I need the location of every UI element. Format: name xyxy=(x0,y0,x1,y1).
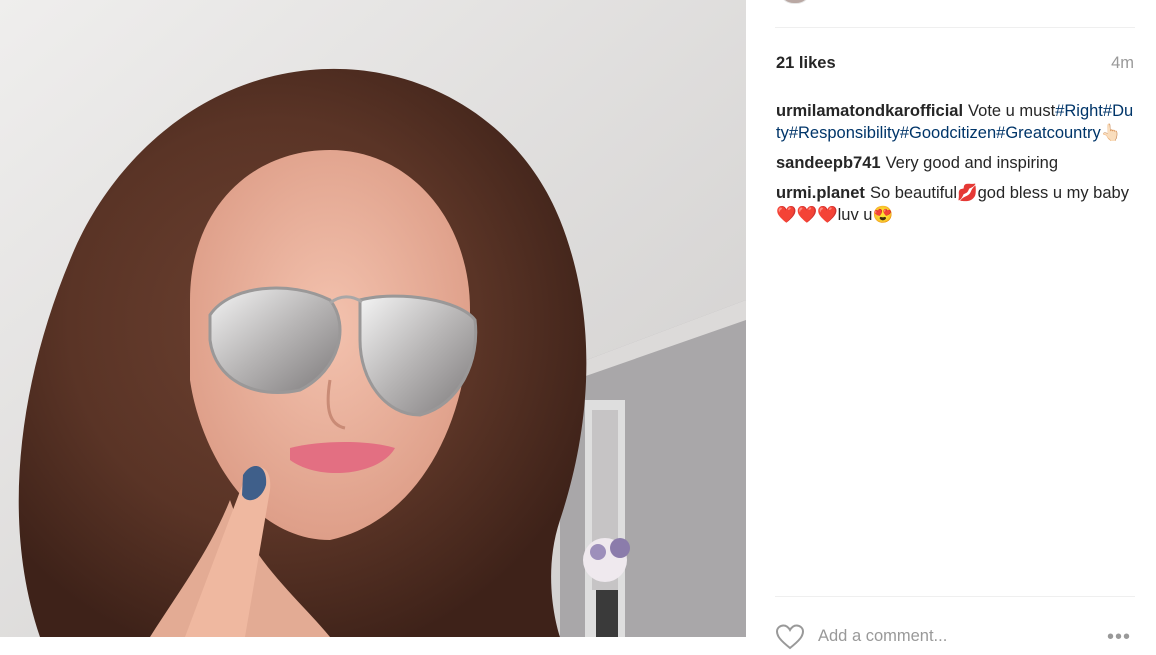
like-button[interactable] xyxy=(775,624,805,650)
likes-count[interactable]: 21 likes xyxy=(776,54,836,73)
comment-username[interactable]: urmi.planet xyxy=(776,184,865,202)
add-comment-input[interactable] xyxy=(818,624,1078,648)
pointing-up-emoji: 👆🏻 xyxy=(1100,124,1122,142)
hashtag-link[interactable]: #Right xyxy=(1055,102,1103,120)
comment-text: Vote u must xyxy=(968,102,1056,120)
comment-username[interactable]: sandeepb741 xyxy=(776,154,881,172)
avatar[interactable] xyxy=(778,0,812,4)
comment-text: Very good and inspiring xyxy=(885,154,1059,172)
post-timestamp[interactable]: 4m xyxy=(1111,54,1134,73)
divider xyxy=(775,27,1135,28)
heart-icon xyxy=(775,624,805,650)
more-options-button[interactable]: ••• xyxy=(1107,626,1131,649)
divider xyxy=(775,596,1135,597)
hashtag-link[interactable]: #Greatcountry xyxy=(996,124,1101,142)
comment-item: sandeepb741 Very good and inspiring xyxy=(776,152,1134,174)
comment-item: urmi.planet So beautiful💋god bless u my b… xyxy=(776,182,1134,226)
selfie-image xyxy=(0,0,746,637)
comment-item: urmilamatondkarofficial Vote u must#Right… xyxy=(776,100,1134,144)
hashtag-link[interactable]: #Goodcitizen xyxy=(900,124,996,142)
post-photo[interactable] xyxy=(0,0,746,637)
post-details-panel: 21 likes 4m urmilamatondkarofficial Vote … xyxy=(746,0,1156,650)
comment-username[interactable]: urmilamatondkarofficial xyxy=(776,102,963,120)
comments-list: urmilamatondkarofficial Vote u must#Right… xyxy=(776,100,1134,234)
hashtag-link[interactable]: #Responsibility xyxy=(789,124,900,142)
